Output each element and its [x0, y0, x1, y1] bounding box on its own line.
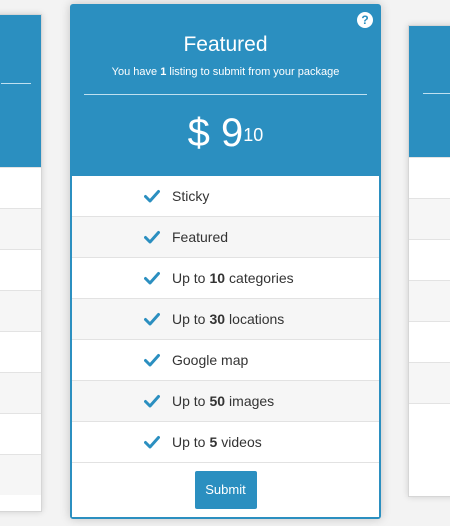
right-card-row [409, 239, 450, 280]
price-currency: $ [187, 111, 210, 155]
right-card-row [409, 321, 450, 362]
plan-price: $ 910 [72, 113, 379, 153]
feature-count: 30 [209, 311, 226, 327]
price-cents: 10 [243, 125, 264, 145]
left-card-row [0, 208, 41, 249]
feature-list: Sticky Featured Up to 10 categories Up to 30 lo… [72, 176, 379, 517]
feature-row: Featured [72, 217, 379, 258]
feature-post: videos [221, 434, 262, 450]
feature-count: 5 [209, 434, 218, 450]
left-card-row [0, 413, 41, 454]
right-card-row [409, 198, 450, 239]
check-icon [144, 231, 160, 244]
featured-pricing-card: ? Featured You have 1 listing to submit … [70, 4, 381, 519]
feature-post: categories [229, 270, 294, 286]
check-icon [144, 395, 160, 408]
subtitle-prefix: You have [111, 66, 158, 78]
left-card-row [0, 290, 41, 331]
right-card-row [409, 362, 450, 403]
subtitle-suffix: listing to submit from your package [169, 66, 340, 78]
price-main: 9 [221, 111, 244, 155]
feature-pre: Up to [172, 270, 206, 286]
left-card-row [0, 249, 41, 290]
check-icon [144, 272, 160, 285]
left-pricing-card [0, 14, 42, 512]
feature-post: images [229, 393, 275, 409]
feature-row: Up to 5 videos [72, 422, 379, 463]
left-card-header [0, 15, 41, 167]
feature-count: 50 [209, 393, 226, 409]
left-card-row [0, 167, 41, 208]
plan-title: Featured [183, 33, 268, 56]
feature-pre: Up to [172, 393, 206, 409]
left-card-row [0, 454, 41, 495]
feature-pre: Sticky [172, 188, 210, 204]
plan-subtitle: You have 1 listing to submit from your p… [72, 66, 379, 78]
feature-row: Google map [72, 340, 379, 381]
subtitle-count: 1 [160, 66, 167, 78]
right-card-header [409, 26, 450, 157]
check-icon [144, 313, 160, 326]
help-icon[interactable]: ? [357, 12, 373, 28]
submit-button[interactable]: Submit [194, 471, 257, 509]
left-card-row [0, 331, 41, 372]
left-card-row [0, 372, 41, 413]
plan-header: ? Featured You have 1 listing to submit … [72, 6, 379, 176]
check-icon [144, 354, 160, 367]
feature-pre: Featured [172, 229, 229, 245]
right-card-row [409, 157, 450, 198]
feature-row: Up to 10 categories [72, 258, 379, 299]
feature-row: Up to 30 locations [72, 299, 379, 340]
feature-pre: Google map [172, 352, 249, 368]
right-card-divider [423, 93, 450, 94]
check-icon [144, 436, 160, 449]
left-card-divider [1, 83, 31, 84]
feature-count: 10 [209, 270, 226, 286]
feature-pre: Up to [172, 311, 206, 327]
right-card-row [409, 403, 450, 444]
right-card-row [409, 280, 450, 321]
feature-post: locations [229, 311, 285, 327]
feature-row: Up to 50 images [72, 381, 379, 422]
check-icon [144, 190, 160, 203]
right-pricing-card [408, 25, 450, 497]
header-divider [84, 94, 367, 95]
feature-pre: Up to [172, 434, 206, 450]
feature-row: Sticky [72, 176, 379, 217]
